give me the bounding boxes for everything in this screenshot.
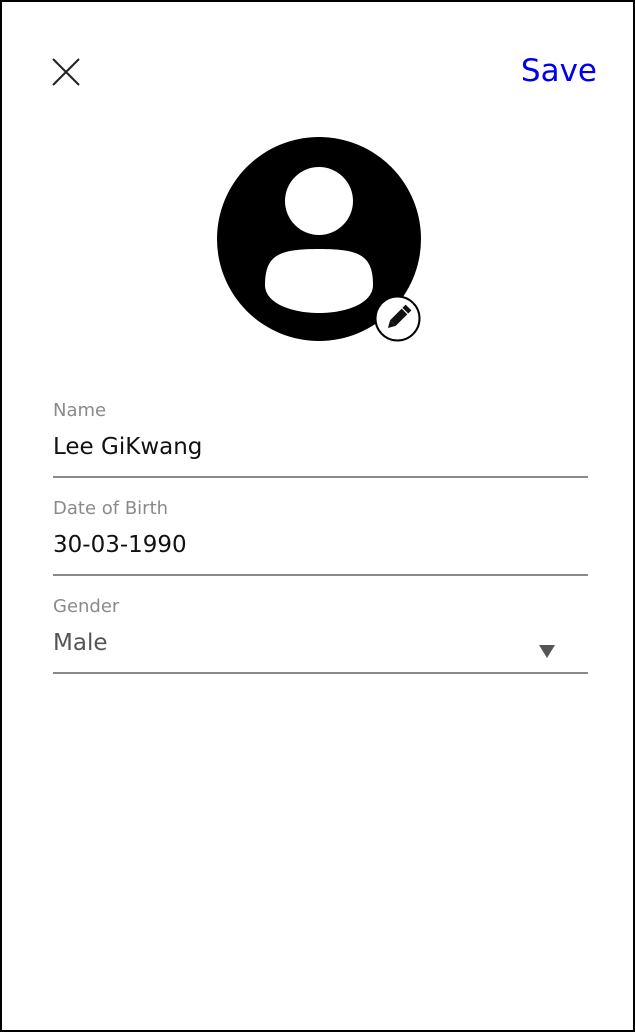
pencil-icon: [374, 295, 421, 342]
save-button[interactable]: Save: [521, 52, 597, 90]
name-input[interactable]: Lee GiKwang: [53, 432, 588, 476]
date-of-birth-field[interactable]: Date of Birth 30-03-1990: [53, 498, 588, 576]
name-label: Name: [53, 400, 107, 421]
close-icon: [52, 58, 80, 86]
edit-avatar-button[interactable]: [374, 295, 421, 342]
profile-edit-screen: Save Name Lee GiKwang Date of Birth 30-0…: [0, 0, 635, 1032]
dropdown-arrow-icon[interactable]: [539, 645, 555, 658]
date-of-birth-input[interactable]: 30-03-1990: [53, 530, 588, 574]
name-field[interactable]: Name Lee GiKwang: [53, 400, 588, 478]
close-button[interactable]: [50, 56, 84, 90]
gender-field[interactable]: Gender Male: [53, 596, 588, 674]
gender-label: Gender: [53, 596, 120, 617]
date-of-birth-label: Date of Birth: [53, 498, 169, 519]
gender-select[interactable]: Male: [53, 628, 588, 672]
